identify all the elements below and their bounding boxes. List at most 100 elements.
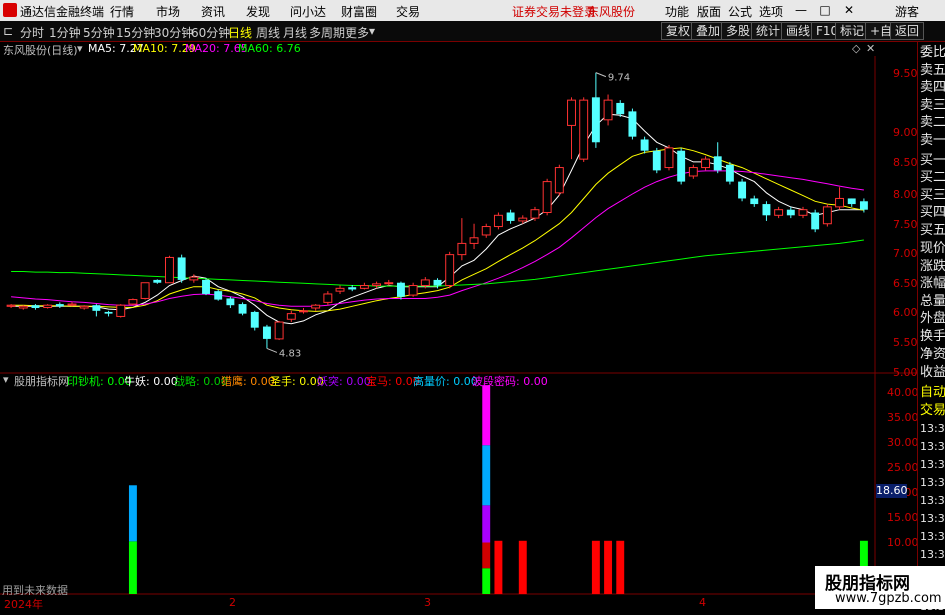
candle	[214, 289, 223, 301]
candle	[153, 279, 162, 284]
stats-button[interactable]: 统计	[751, 22, 786, 40]
app-logo-icon	[3, 3, 17, 17]
back-button[interactable]: 返回	[890, 22, 925, 40]
candle	[104, 310, 113, 317]
menu-trade[interactable]: 交易	[396, 3, 420, 20]
y-tick: 8.00	[893, 188, 918, 201]
candle-body	[493, 214, 503, 228]
menu-wealth[interactable]: 财富圈	[341, 3, 377, 20]
period-weekly[interactable]: 周线	[256, 24, 280, 41]
y-tick: 9.00	[893, 126, 918, 139]
toolbar-toggle-icon[interactable]: ⊏	[3, 24, 13, 38]
candle	[140, 282, 150, 300]
period-more[interactable]: 更多	[345, 24, 369, 41]
adjust-button[interactable]: 复权	[661, 22, 696, 40]
menu-formula[interactable]: 公式	[728, 3, 752, 20]
candle-body	[274, 321, 284, 340]
candle-body	[652, 150, 661, 171]
quote-label: 自动	[920, 385, 945, 400]
chevron-down-icon[interactable]: ▾	[369, 24, 375, 38]
menu-ask[interactable]: 问小达	[290, 3, 326, 20]
candle-body	[481, 226, 491, 236]
maximize-icon[interactable]: □	[814, 2, 836, 18]
close-icon[interactable]: ✕	[838, 2, 860, 18]
candle	[408, 282, 418, 297]
quote-label: 卖四	[920, 80, 945, 95]
period-15min[interactable]: 15分钟	[116, 24, 155, 41]
candle-body	[542, 181, 552, 214]
candle-body	[603, 99, 613, 121]
overlay-button[interactable]: 叠加	[691, 22, 726, 40]
quote-label: 卖五	[920, 63, 945, 78]
candle	[202, 278, 210, 296]
candle	[481, 223, 491, 238]
candle-body	[153, 279, 162, 283]
candle-body	[420, 279, 430, 287]
candle-body	[433, 279, 442, 286]
candle-body	[518, 217, 528, 222]
menu-layout[interactable]: 版面	[697, 3, 721, 20]
candle	[811, 209, 820, 233]
candle-body	[750, 198, 759, 205]
period-daily[interactable]: 日线	[228, 24, 252, 41]
candle-body	[591, 97, 600, 143]
quote-label: 买四	[920, 205, 945, 220]
period-30min[interactable]: 30分钟	[154, 24, 193, 41]
quote-panel: 委比 卖五 卖四 卖三 卖二 卖一 买一 买二 买三 买四 买五 现价 涨跌 涨幅 总量 外盘 换手 净资 收益 自动…	[917, 42, 945, 613]
period-1min[interactable]: 1分钟	[49, 24, 81, 41]
candle-body	[384, 282, 394, 285]
quote-label: 13:34	[920, 476, 945, 489]
period-5min[interactable]: 5分钟	[83, 24, 115, 41]
multi-stock-button[interactable]: 多股	[721, 22, 756, 40]
login-notice[interactable]: 证券交易未登录	[512, 3, 596, 20]
minimize-icon[interactable]: —	[790, 2, 812, 18]
candle	[725, 161, 734, 185]
menu-options[interactable]: 选项	[759, 3, 783, 20]
x-tick: 2	[229, 596, 236, 609]
menu-discover[interactable]: 发现	[246, 3, 270, 20]
mark-button[interactable]: 标记	[835, 22, 870, 40]
x-axis: 2024年 2 3 4	[0, 595, 917, 611]
candle-body	[323, 293, 333, 303]
candle-body	[165, 256, 174, 284]
ind-y-tick: 25.00	[887, 461, 919, 474]
candle-body	[31, 305, 40, 309]
period-monthly[interactable]: 月线	[283, 24, 307, 41]
period-60min[interactable]: 60分钟	[191, 24, 230, 41]
menu-news[interactable]: 资讯	[201, 3, 225, 20]
quote-label: 买五	[920, 223, 945, 238]
x-tick: 4	[699, 596, 706, 609]
candle-body	[822, 206, 832, 225]
candle	[616, 100, 625, 117]
chart-canvas[interactable]: 9.74 4.83	[0, 42, 917, 609]
indicator-settings-icon[interactable]: ▾	[3, 373, 9, 386]
current-value-badge: 18.60	[876, 484, 908, 498]
candle	[323, 291, 333, 306]
candle-body	[202, 279, 210, 294]
candle	[238, 302, 247, 316]
draw-line-button[interactable]: 画线	[781, 22, 816, 40]
candle	[664, 145, 674, 171]
candle	[701, 156, 710, 171]
app-name: 通达信金融终端	[20, 5, 105, 19]
candle	[628, 108, 637, 140]
indicator-name[interactable]: 股朋指标网	[14, 373, 69, 389]
quote-label: 净资	[920, 347, 945, 362]
candle-body	[286, 313, 296, 320]
candle-body	[18, 305, 28, 309]
candle-body	[457, 242, 467, 256]
period-multi[interactable]: 多周期	[309, 24, 345, 41]
user-label[interactable]: 游客	[895, 3, 919, 20]
candle-body	[567, 99, 576, 126]
menu-function[interactable]: 功能	[665, 3, 689, 20]
candle-body	[359, 285, 369, 289]
menu-markets[interactable]: 市场	[156, 3, 180, 20]
candle	[530, 206, 540, 221]
period-intraday[interactable]: 分时	[20, 24, 44, 41]
quote-label: 涨幅	[920, 276, 945, 291]
candle	[603, 94, 613, 126]
menu-market[interactable]: 行情	[110, 3, 134, 20]
candle-body	[79, 305, 89, 309]
candle-body	[177, 257, 186, 280]
ind-value: 宝马: 0.00	[366, 375, 420, 388]
